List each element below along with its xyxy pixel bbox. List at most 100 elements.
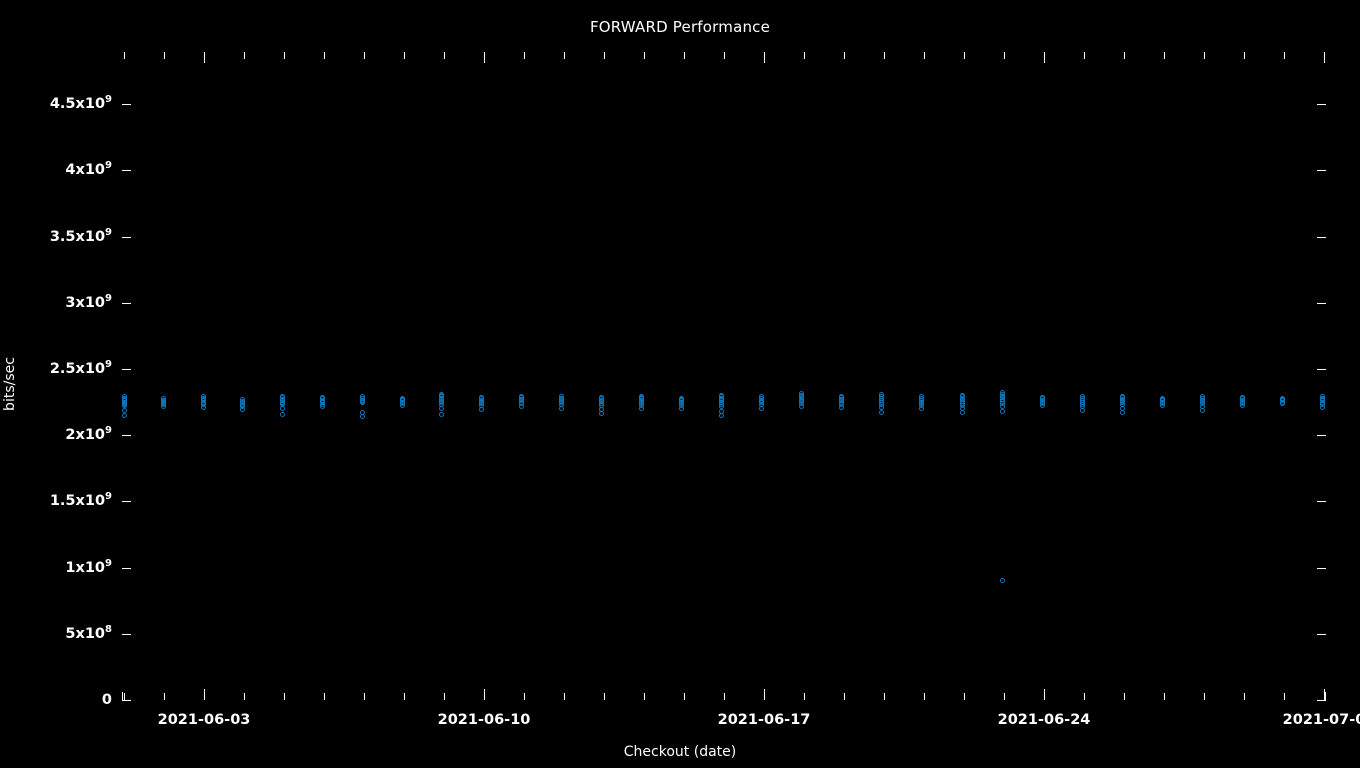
x-axis-tick-mark-bottom bbox=[844, 693, 845, 700]
y-axis-tick-mark-right bbox=[1317, 568, 1326, 569]
y-axis-tick-label: 3.5x109 bbox=[49, 226, 112, 245]
x-axis-title: Checkout (date) bbox=[623, 744, 737, 760]
y-axis-tick-mark-right bbox=[1317, 435, 1326, 436]
x-axis-tick-label: 2021-07-0 bbox=[1282, 712, 1360, 728]
x-axis-tick-mark-bottom bbox=[244, 693, 245, 700]
x-axis-tick-mark-bottom bbox=[1204, 693, 1205, 700]
x-axis-tick-mark-bottom bbox=[764, 689, 765, 700]
x-axis-tick-mark-top bbox=[1204, 52, 1205, 59]
x-axis-tick-label: 2021-06-10 bbox=[437, 712, 531, 728]
x-axis-tick-mark-top bbox=[1004, 52, 1005, 59]
y-axis-tick-label: 1x109 bbox=[65, 557, 112, 576]
x-axis-tick-mark-bottom bbox=[324, 693, 325, 700]
x-axis-tick-mark-top bbox=[244, 52, 245, 59]
x-axis-tick-mark-top bbox=[1044, 52, 1045, 63]
axis-corner-stub bbox=[122, 692, 123, 701]
y-axis-tick-mark bbox=[122, 501, 131, 502]
x-axis-tick-mark-bottom bbox=[1004, 693, 1005, 700]
x-axis-tick-mark-bottom bbox=[284, 693, 285, 700]
x-axis-tick-label: 2021-06-24 bbox=[997, 712, 1091, 728]
y-axis-tick-mark bbox=[122, 303, 131, 304]
y-axis-tick-mark-right bbox=[1317, 104, 1326, 105]
y-axis-tick-label: 1.5x109 bbox=[49, 491, 112, 510]
x-axis-tick-mark-bottom bbox=[1084, 693, 1085, 700]
x-axis-tick-mark-top bbox=[604, 52, 605, 59]
y-axis-tick-mark bbox=[122, 634, 131, 635]
x-axis-tick-mark-top bbox=[964, 52, 965, 59]
y-axis-tick-label: 2.5x109 bbox=[49, 359, 112, 377]
x-axis-tick-mark-top bbox=[924, 52, 925, 59]
x-axis-tick-mark-bottom bbox=[204, 689, 205, 700]
x-axis-tick-mark-bottom bbox=[484, 689, 485, 700]
x-axis-tick-mark-top bbox=[444, 52, 445, 59]
y-axis-tick-label: 4.5x109 bbox=[49, 94, 112, 113]
x-axis-tick-mark-top bbox=[804, 52, 805, 59]
chart-canvas: FORWARD Performance 0 5x108 1x109 1.5x109 2x… bbox=[0, 0, 1360, 768]
x-axis-tick-mark-top bbox=[844, 52, 845, 59]
y-axis-tick-label: 0 bbox=[101, 692, 112, 708]
y-axis-tick-mark bbox=[122, 237, 131, 238]
x-axis-tick-mark-top bbox=[204, 52, 205, 63]
x-axis-tick-mark-bottom bbox=[404, 693, 405, 700]
x-axis-tick-mark-top bbox=[1164, 52, 1165, 59]
x-axis-tick-mark-top bbox=[1324, 52, 1325, 63]
y-axis-tick-mark bbox=[122, 700, 131, 701]
x-axis-tick-mark-bottom bbox=[1044, 689, 1045, 700]
x-axis-tick-mark-bottom bbox=[444, 693, 445, 700]
x-axis-tick-mark-bottom bbox=[164, 693, 165, 700]
x-axis-tick-mark-top bbox=[884, 52, 885, 59]
y-axis-tick-mark bbox=[122, 369, 131, 370]
x-axis-tick-mark-top bbox=[284, 52, 285, 59]
x-axis-tick-mark-bottom bbox=[924, 693, 925, 700]
x-axis-tick-mark-bottom bbox=[524, 693, 525, 700]
x-axis-tick-mark-bottom bbox=[724, 693, 725, 700]
x-axis-tick-label: 2021-06-17 bbox=[717, 712, 811, 728]
y-axis-tick-mark-right bbox=[1317, 237, 1326, 238]
x-axis-tick-mark-bottom bbox=[1244, 693, 1245, 700]
plot-area bbox=[122, 52, 1326, 700]
y-axis-tick-label: 4x109 bbox=[65, 160, 112, 179]
y-axis-tick-mark-right bbox=[1317, 170, 1326, 171]
y-axis-tick-mark bbox=[122, 170, 131, 171]
x-axis-tick-mark-top bbox=[1124, 52, 1125, 59]
x-axis-tick-mark-top bbox=[164, 52, 165, 59]
x-axis-tick-mark-top bbox=[484, 52, 485, 63]
x-axis-tick-mark-bottom bbox=[364, 693, 365, 700]
x-axis-tick-mark-top bbox=[364, 52, 365, 59]
x-axis-tick-mark-bottom bbox=[564, 693, 565, 700]
y-axis-tick-label: 3x109 bbox=[65, 292, 112, 311]
x-axis-tick-mark-top bbox=[524, 52, 525, 59]
chart-title: FORWARD Performance bbox=[589, 18, 771, 36]
x-axis-tick-mark-top bbox=[1084, 52, 1085, 59]
x-axis-tick-labels: 2021-06-03 2021-06-10 2021-06-17 2021-06-24… bbox=[0, 712, 1360, 736]
y-axis-title: bits/sec bbox=[2, 357, 18, 411]
y-axis-tick-mark-right bbox=[1317, 303, 1326, 304]
x-axis-tick-mark-bottom bbox=[1124, 693, 1125, 700]
x-axis-tick-mark-top bbox=[324, 52, 325, 59]
x-axis-tick-mark-bottom bbox=[604, 693, 605, 700]
x-axis-tick-mark-top bbox=[564, 52, 565, 59]
x-axis-tick-mark-top bbox=[404, 52, 405, 59]
x-axis-tick-mark-top bbox=[684, 52, 685, 59]
axis-corner-stub bbox=[1325, 692, 1326, 701]
x-axis-tick-mark-top bbox=[644, 52, 645, 59]
x-axis-tick-mark-bottom bbox=[964, 693, 965, 700]
x-axis-tick-mark-top bbox=[764, 52, 765, 63]
x-axis-tick-mark-top bbox=[1284, 52, 1285, 59]
x-axis-tick-mark-bottom bbox=[124, 693, 125, 700]
x-axis-tick-mark-top bbox=[124, 52, 125, 59]
y-axis-tick-mark-right bbox=[1317, 501, 1326, 502]
y-axis-tick-mark bbox=[122, 435, 131, 436]
x-axis-tick-mark-top bbox=[724, 52, 725, 59]
y-axis-tick-mark-right bbox=[1317, 634, 1326, 635]
y-axis-tick-label: 2x109 bbox=[65, 425, 112, 444]
x-axis-tick-mark-bottom bbox=[1284, 693, 1285, 700]
x-axis-tick-label: 2021-06-03 bbox=[157, 712, 251, 728]
x-axis-tick-mark-bottom bbox=[684, 693, 685, 700]
x-axis-tick-mark-bottom bbox=[1324, 689, 1325, 700]
x-axis-tick-mark-top bbox=[1244, 52, 1245, 59]
y-axis-tick-label: 5x108 bbox=[65, 623, 112, 642]
x-axis-tick-mark-bottom bbox=[804, 693, 805, 700]
y-axis-tick-mark bbox=[122, 104, 131, 105]
y-axis-tick-mark-right bbox=[1317, 369, 1326, 370]
